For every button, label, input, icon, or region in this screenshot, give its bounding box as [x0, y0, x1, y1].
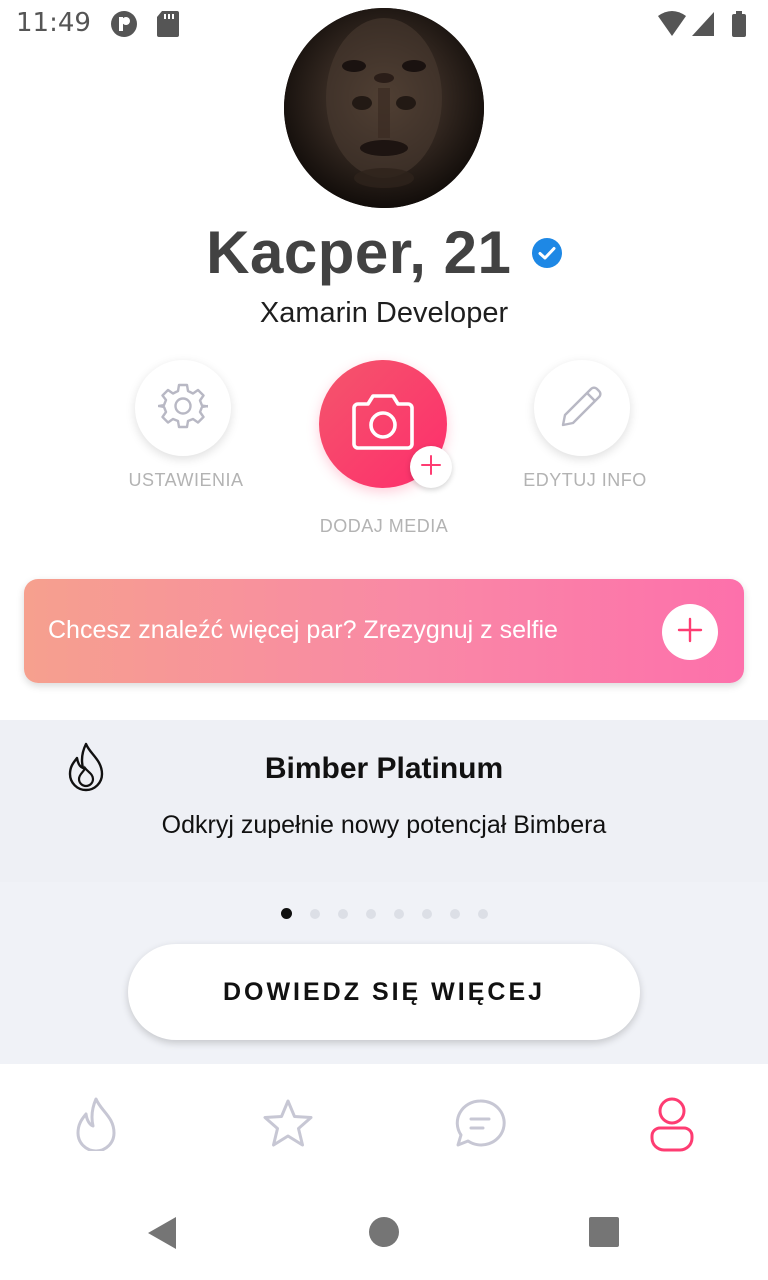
carousel-dot[interactable]	[337, 909, 348, 919]
carousel-dot[interactable]	[449, 909, 460, 919]
home-icon[interactable]	[369, 1217, 399, 1252]
settings-button[interactable]	[135, 360, 231, 456]
chat-icon	[453, 1097, 507, 1156]
plus-icon	[676, 616, 704, 649]
add-media-plus-badge[interactable]	[410, 446, 452, 488]
carousel-page-indicator	[0, 908, 768, 919]
carousel-dot[interactable]	[280, 908, 292, 919]
platinum-subtitle: Odkryj zupełnie nowy potencjał Bimbera	[161, 811, 607, 839]
camera-icon	[350, 392, 416, 457]
verified-badge-icon	[531, 237, 562, 268]
platinum-title: Bimber Platinum	[264, 752, 504, 785]
tab-profile[interactable]	[640, 1094, 704, 1158]
app-notification-icon	[110, 10, 138, 43]
recents-icon[interactable]	[589, 1217, 619, 1252]
selfie-promo-banner[interactable]: Chcesz znaleźć więcej par? Zrezygnuj z s…	[24, 579, 744, 683]
profile-icon	[647, 1096, 697, 1157]
wifi-icon	[658, 11, 686, 36]
status-right-icons	[656, 10, 754, 43]
platinum-carousel-card[interactable]: Bimber Platinum Odkryj zupełnie nowy pot…	[0, 720, 768, 882]
profile-name-age: Kacper, 21	[206, 219, 512, 286]
bottom-tab-bar	[0, 1064, 768, 1184]
edit-info-label: EDYTUJ INFO	[523, 470, 647, 490]
sd-card-icon	[156, 10, 180, 43]
tab-favorites[interactable]	[256, 1094, 320, 1158]
tab-messages[interactable]	[448, 1094, 512, 1158]
profile-job: Xamarin Developer	[259, 297, 509, 329]
carousel-dot[interactable]	[421, 909, 432, 919]
platinum-section: Bimber Platinum Odkryj zupełnie nowy pot…	[0, 720, 768, 1064]
carousel-dot[interactable]	[309, 909, 320, 919]
carousel-dot[interactable]	[477, 909, 488, 919]
learn-more-button[interactable]: DOWIEDZ SIĘ WIĘCEJ	[128, 944, 640, 1040]
carousel-dot[interactable]	[393, 909, 404, 919]
back-icon[interactable]	[146, 1216, 178, 1255]
promo-text: Chcesz znaleźć więcej par? Zrezygnuj z s…	[48, 616, 558, 644]
system-nav-bar	[0, 1184, 768, 1280]
battery-icon	[732, 11, 746, 37]
star-icon	[261, 1098, 315, 1155]
plus-icon	[420, 454, 442, 481]
profile-avatar[interactable]	[284, 8, 484, 208]
gear-icon	[157, 381, 210, 436]
name-row: Kacper, 21	[0, 218, 768, 287]
cell-signal-icon	[692, 12, 714, 36]
carousel-dot[interactable]	[365, 909, 376, 919]
edit-info-button[interactable]	[534, 360, 630, 456]
promo-add-button[interactable]	[662, 604, 718, 660]
status-time: 11:49	[16, 8, 91, 38]
flame-icon	[74, 1097, 118, 1156]
add-media-label: DODAJ MEDIA	[319, 516, 449, 536]
tab-swipe[interactable]	[64, 1094, 128, 1158]
settings-label: USTAWIENIA	[128, 470, 244, 490]
pencil-icon	[557, 381, 607, 436]
